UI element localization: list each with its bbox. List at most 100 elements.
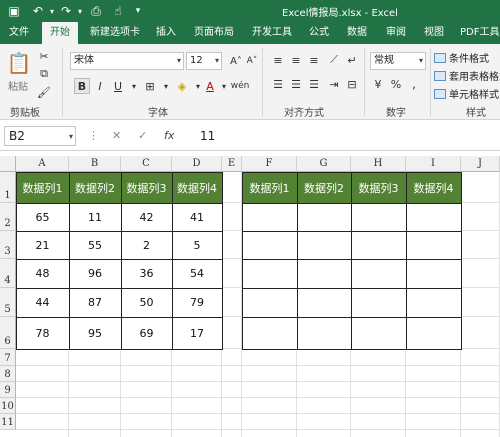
chevron-down-icon[interactable]: ▾	[158, 78, 174, 94]
right-table-frame	[242, 172, 462, 350]
tab-file[interactable]: 文件	[9, 22, 29, 44]
chevron-down-icon[interactable]: ▾	[216, 78, 232, 94]
save-icon[interactable]: ▣	[6, 3, 22, 19]
column-header-e[interactable]: E	[222, 156, 242, 172]
conditional-format-icon	[434, 52, 446, 63]
percent-icon[interactable]: %	[388, 76, 404, 92]
merge-center-icon[interactable]: ⊟	[344, 76, 360, 92]
align-left-icon[interactable]: ☰	[270, 76, 286, 92]
column-header-f[interactable]: F	[242, 156, 297, 172]
chevron-down-icon[interactable]: ▾	[126, 78, 142, 94]
underline-icon[interactable]: U	[110, 78, 126, 94]
row-header-6[interactable]: 6	[0, 317, 16, 349]
font-size-select[interactable]: 12 ▾	[186, 52, 222, 70]
column-header-j[interactable]: J	[461, 156, 500, 172]
align-center-icon[interactable]: ☰	[288, 76, 304, 92]
format-as-table-button[interactable]: 套用表格格式	[434, 68, 500, 83]
cut-icon[interactable]: ✂	[36, 48, 52, 64]
conditional-format-label: 条件格式	[449, 54, 489, 65]
tab-formulas[interactable]: 公式	[309, 22, 329, 44]
customize-icon[interactable]: ▾	[130, 3, 146, 19]
phonetic-icon[interactable]: wén	[231, 78, 250, 94]
paste-icon[interactable]: 📋	[7, 50, 32, 76]
column-header-a[interactable]: A	[16, 156, 69, 172]
indent-icon[interactable]: ⇥	[326, 76, 342, 92]
cancel-icon[interactable]: ✕	[112, 129, 121, 142]
orientation-icon[interactable]: ⟋	[326, 52, 342, 68]
align-middle-icon[interactable]: ≡	[288, 52, 304, 68]
gridline	[16, 397, 500, 398]
row-header-5[interactable]: 5	[0, 288, 16, 317]
gridline	[16, 381, 500, 382]
currency-icon[interactable]: ¥	[370, 76, 386, 92]
row-header-7[interactable]: 7	[0, 349, 16, 366]
print-preview-icon[interactable]: ⎙	[88, 3, 104, 19]
redo-dropdown-icon[interactable]: ▾	[72, 3, 88, 19]
align-right-icon[interactable]: ☰	[306, 76, 322, 92]
chevron-down-icon: ▾	[176, 56, 181, 65]
group-separator	[262, 48, 263, 116]
window-title: Excel情报局.xlsx - Excel	[282, 8, 398, 19]
font-name-value: 宋体	[74, 55, 94, 66]
column-header-b[interactable]: B	[69, 156, 121, 172]
tab-home[interactable]: 开始	[42, 22, 78, 44]
formula-input[interactable]: 11	[200, 126, 215, 146]
column-header-d[interactable]: D	[172, 156, 222, 172]
tab-view[interactable]: 视图	[424, 22, 444, 44]
tab-developer[interactable]: 开发工具	[252, 22, 292, 44]
italic-icon[interactable]: I	[92, 78, 108, 94]
gridline	[16, 429, 500, 430]
gridline	[16, 365, 500, 366]
tab-data[interactable]: 数据	[347, 22, 367, 44]
cell-styles-button[interactable]: 单元格样式	[434, 86, 499, 101]
tab-insert[interactable]: 插入	[156, 22, 176, 44]
column-header-g[interactable]: G	[297, 156, 351, 172]
select-all-corner[interactable]	[0, 156, 16, 172]
left-table-frame	[16, 172, 223, 350]
increase-font-icon[interactable]: A˄	[228, 53, 244, 69]
bold-icon[interactable]: B	[74, 78, 90, 94]
conditional-format-button[interactable]: 条件格式	[434, 50, 489, 65]
formula-bar: B2 ▾ ⋮ ✕ ✓ fx 11	[0, 121, 500, 151]
tab-pdf-tools[interactable]: PDF工具	[460, 22, 499, 44]
row-header-3[interactable]: 3	[0, 231, 16, 259]
font-group-label: 字体	[148, 108, 168, 119]
touch-mode-icon[interactable]: ☝	[110, 3, 126, 19]
font-name-select[interactable]: 宋体 ▾	[70, 52, 184, 70]
column-header-c[interactable]: C	[121, 156, 172, 172]
number-format-value: 常规	[374, 55, 394, 66]
align-top-icon[interactable]: ≡	[270, 52, 286, 68]
wrap-text-icon[interactable]: ↵	[344, 52, 360, 68]
row-header-1[interactable]: 1	[0, 172, 16, 203]
name-box[interactable]: B2 ▾	[4, 126, 76, 146]
tab-page-layout[interactable]: 页面布局	[194, 22, 234, 44]
column-header-h[interactable]: H	[351, 156, 406, 172]
format-painter-icon[interactable]: 🖌	[36, 84, 52, 100]
copy-icon[interactable]: ⧉	[36, 66, 52, 82]
row-header-11[interactable]: 11	[0, 414, 16, 430]
clipboard-group-label: 剪贴板	[10, 108, 40, 119]
align-bottom-icon[interactable]: ≡	[306, 52, 322, 68]
chevron-down-icon: ▾	[68, 132, 73, 141]
comma-style-icon[interactable]: ,	[406, 76, 422, 92]
number-format-select[interactable]: 常规 ▾	[370, 52, 426, 70]
row-header-10[interactable]: 10	[0, 398, 16, 414]
row-header-2[interactable]: 2	[0, 203, 16, 231]
tab-review[interactable]: 审阅	[386, 22, 406, 44]
column-header-i[interactable]: I	[406, 156, 461, 172]
borders-icon[interactable]: ⊞	[142, 78, 158, 94]
group-separator	[62, 48, 63, 116]
title-bar: ▣ ↶ ▾ ↷ ▾ ⎙ ☝ ▾ Excel情报局.xlsx - Excel	[0, 0, 500, 22]
tab-new-tab[interactable]: 新建选项卡	[90, 22, 140, 44]
format-as-table-icon	[434, 70, 446, 81]
gridline	[16, 413, 500, 414]
fill-color-icon[interactable]: ◈	[174, 78, 190, 94]
enter-icon[interactable]: ✓	[138, 129, 147, 142]
insert-function-icon[interactable]: fx	[164, 129, 174, 142]
row-header-4[interactable]: 4	[0, 259, 16, 288]
decrease-font-icon[interactable]: A˅	[244, 53, 260, 69]
row-header-8[interactable]: 8	[0, 366, 16, 382]
paste-button[interactable]: 粘贴	[8, 78, 28, 93]
format-as-table-label: 套用表格格式	[449, 72, 500, 83]
row-header-9[interactable]: 9	[0, 382, 16, 398]
